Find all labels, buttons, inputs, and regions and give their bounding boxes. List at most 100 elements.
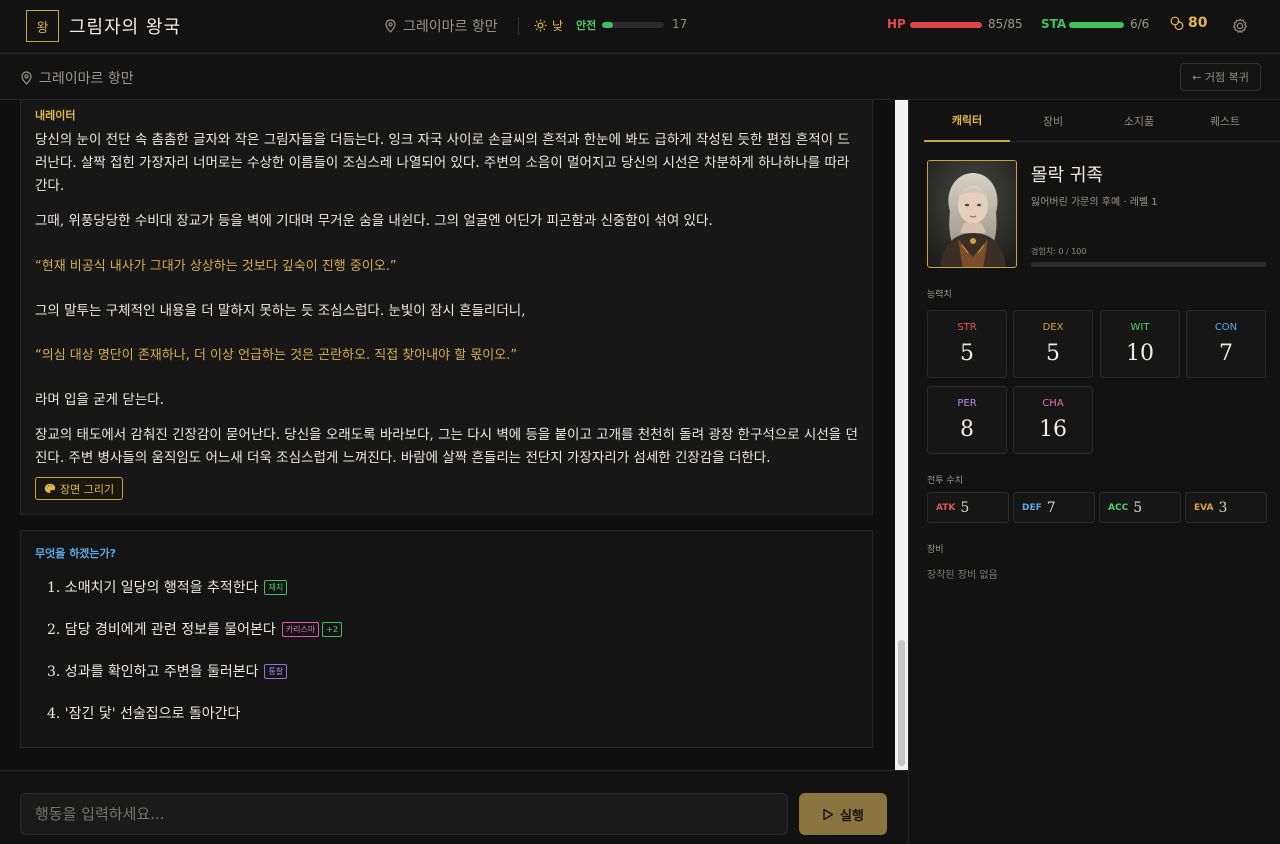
palette-icon <box>44 483 56 493</box>
tab-character[interactable]: 캐릭터 <box>924 100 1010 142</box>
gold-value: 80 <box>1188 15 1208 31</box>
character-subtitle: 잃어버린 가문의 후예 · 레벨 1 <box>1031 197 1158 208</box>
stat-wit: WIT 10 <box>1100 310 1180 378</box>
action-input[interactable] <box>20 793 788 835</box>
choice-option-2[interactable]: 2. 담당 경비에게 관련 정보를 물어본다 카리스마 +2 <box>47 619 343 639</box>
stat-value: 5 <box>960 341 974 366</box>
safety-value: 17 <box>672 17 688 31</box>
skill-tag: 재치 <box>264 579 288 595</box>
stat-name: STR <box>957 322 977 333</box>
safety-label: 안전 <box>576 19 597 32</box>
choice-text: 4. '잠긴 닻' 선술집으로 돌아간다 <box>47 706 241 722</box>
combat-name: ACC <box>1108 502 1129 513</box>
narration-block: 내레이터 당신의 눈이 전단 속 촘촘한 글자와 작은 그림자들을 더듬는다. … <box>20 100 873 515</box>
top-bar: 왕 그림자의 왕국 그레이마르 항만 낮 안전 17 HP 85/85 STA … <box>0 0 1280 54</box>
tab-inventory[interactable]: 소지품 <box>1096 100 1182 142</box>
character-portrait <box>927 160 1017 268</box>
combat-value: 3 <box>1218 499 1228 516</box>
sun-icon <box>534 19 547 32</box>
return-to-base-button[interactable]: ← 거점 복귀 <box>1180 63 1261 91</box>
current-location-label: 그레이마르 항만 <box>39 71 134 87</box>
combat-acc: ACC 5 <box>1099 492 1181 523</box>
combat-name: DEF <box>1022 502 1042 513</box>
hp-bar-fill <box>910 22 982 28</box>
run-button[interactable]: 실행 <box>799 793 887 835</box>
stat-dex: DEX 5 <box>1013 310 1093 378</box>
command-bar: 실행 <box>0 770 908 844</box>
current-location: 그레이마르 항만 <box>20 68 134 88</box>
story-scrollbar[interactable] <box>895 100 908 770</box>
character-panel: 캐릭터 장비 소지품 퀘스트 몰락 귀족 잃어버린 가문의 후예 · 레벨 1 … <box>908 100 1280 844</box>
draw-scene-button[interactable]: 장면 그리기 <box>35 477 124 500</box>
equipment-label: 장비 <box>927 545 944 555</box>
sta-label: STA <box>1041 17 1067 31</box>
hp-label: HP <box>887 17 906 31</box>
combat-value: 5 <box>1133 499 1143 516</box>
draw-scene-label: 장면 그리기 <box>60 482 115 496</box>
combat-value: 5 <box>960 499 970 516</box>
combat-name: EVA <box>1194 502 1214 513</box>
narration-paragraph: 라며 입을 굳게 닫는다. <box>35 392 164 408</box>
tab-equipment[interactable]: 장비 <box>1010 100 1096 142</box>
coins-icon <box>1170 16 1184 30</box>
equipment-empty-text: 장착된 장비 없음 <box>927 570 998 581</box>
combat-stats-label: 전투 수치 <box>927 476 963 486</box>
stat-name: WIT <box>1130 322 1150 333</box>
stat-name: DEX <box>1042 322 1064 333</box>
combat-def: DEF 7 <box>1013 492 1095 523</box>
stat-con: CON 7 <box>1186 310 1266 378</box>
run-label: 실행 <box>840 808 864 824</box>
sta-bar-fill <box>1069 22 1124 28</box>
gear-icon[interactable] <box>1231 17 1249 35</box>
stat-per: PER 8 <box>927 386 1007 454</box>
time-of-day: 낮 <box>534 17 563 34</box>
combat-name: ATK <box>936 502 956 513</box>
stats-label: 능력치 <box>927 290 952 300</box>
story-log[interactable]: 내레이터 당신의 눈이 전단 속 촘촘한 글자와 작은 그림자들을 더듬는다. … <box>0 100 895 770</box>
stat-str: STR 5 <box>927 310 1007 378</box>
narration-paragraph: 장교의 태도에서 감춰진 긴장감이 묻어난다. 당신을 오래도록 바라보다, 그… <box>35 427 858 466</box>
choice-option-4[interactable]: 4. '잠긴 닻' 선술집으로 돌아간다 <box>47 703 240 723</box>
narration-paragraph: 그의 말투는 구체적인 내용을 더 말하지 못하는 듯 조심스럽다. 눈빛이 잠… <box>35 303 526 319</box>
sta-bar <box>1069 22 1124 28</box>
combat-value: 7 <box>1046 499 1056 516</box>
dialogue-line: “현재 비공식 내사가 그대가 상상하는 것보다 깊숙이 진행 중이오.” <box>35 259 397 274</box>
skill-tag: 카리스마 <box>281 621 320 637</box>
stat-name: CON <box>1214 322 1238 333</box>
gold-counter: 80 <box>1170 15 1207 31</box>
choice-text: 1. 소매치기 일당의 행적을 추적한다 <box>47 580 259 596</box>
stat-cha: CHA 16 <box>1013 386 1093 454</box>
safety-bar-fill <box>602 22 613 28</box>
choice-text: 3. 성과를 확인하고 주변을 둘러본다 <box>47 664 259 680</box>
stat-value: 5 <box>1046 341 1060 366</box>
stat-value: 7 <box>1219 341 1233 366</box>
stat-value: 8 <box>960 417 974 442</box>
hp-value: 85/85 <box>988 17 1023 31</box>
combat-eva: EVA 3 <box>1185 492 1267 523</box>
choices-block: 무엇을 하겠는가? 1. 소매치기 일당의 행적을 추적한다 재치 2. 담당 … <box>20 530 873 748</box>
dialogue-line: “의심 대상 명단이 존재하나, 더 이상 언급하는 것은 곤란하오. 직접 찾… <box>35 348 518 363</box>
choice-text: 2. 담당 경비에게 관련 정보를 물어본다 <box>47 622 276 638</box>
character-name: 몰락 귀족 <box>1031 165 1103 186</box>
hp-bar <box>910 22 982 28</box>
stat-value: 10 <box>1126 341 1154 366</box>
tab-quests[interactable]: 퀘스트 <box>1182 100 1268 142</box>
app-title: 그림자의 왕국 <box>69 17 182 38</box>
bonus-tag: +2 <box>322 621 343 637</box>
choice-option-1[interactable]: 1. 소매치기 일당의 행적을 추적한다 재치 <box>47 577 288 597</box>
narration-paragraph: 당신의 눈이 전단 속 촘촘한 글자와 작은 그림자들을 더듬는다. 잉크 자국… <box>35 132 850 194</box>
stat-name: CHA <box>1042 398 1064 409</box>
safety-bar <box>602 22 664 28</box>
choice-option-3[interactable]: 3. 성과를 확인하고 주변을 둘러본다 통찰 <box>47 661 288 681</box>
header-divider <box>518 17 519 35</box>
sta-value: 6/6 <box>1130 17 1150 31</box>
header-location-label: 그레이마르 항만 <box>403 19 498 35</box>
header-location: 그레이마르 항만 <box>384 16 498 36</box>
scrollbar-thumb[interactable] <box>898 640 905 766</box>
play-icon <box>823 808 834 820</box>
exp-label: 경험치: 0 / 100 <box>1031 247 1087 256</box>
stat-value: 16 <box>1039 417 1067 442</box>
stat-name: PER <box>957 398 977 409</box>
panel-tabs: 캐릭터 장비 소지품 퀘스트 <box>924 100 1280 142</box>
combat-atk: ATK 5 <box>927 492 1009 523</box>
